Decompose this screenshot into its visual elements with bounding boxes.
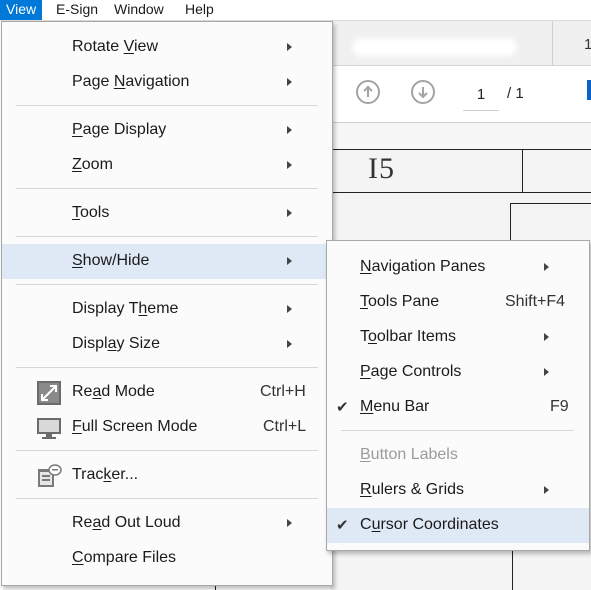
menu-item-label: Zoom xyxy=(72,156,113,173)
menu-item-tools[interactable]: Tools xyxy=(2,196,332,231)
menu-separator xyxy=(16,367,318,368)
menu-item-label: Menu Bar xyxy=(360,398,430,415)
menu-separator xyxy=(16,498,318,499)
submenu-item-toolbar-items[interactable]: Toolbar Items xyxy=(327,320,589,355)
submenu-item-menu-bar[interactable]: ✔ Menu Bar F9 xyxy=(327,390,589,425)
menu-item-show-hide[interactable]: Show/Hide xyxy=(2,244,332,279)
menu-esign[interactable]: E-Sign xyxy=(50,0,104,20)
menu-item-label: Tools xyxy=(72,204,110,221)
menu-separator xyxy=(16,105,318,106)
show-hide-submenu: Navigation Panes Tools Pane Shift+F4 Too… xyxy=(326,240,590,551)
menu-item-label: Full Screen Mode xyxy=(72,418,198,435)
submenu-arrow-icon xyxy=(287,126,292,134)
full-screen-icon xyxy=(37,418,61,439)
submenu-arrow-icon xyxy=(287,257,292,265)
view-menu: Rotate View Page Navigation Page Display… xyxy=(1,21,333,586)
doc-line xyxy=(330,192,591,193)
menu-item-label: Navigation Panes xyxy=(360,258,486,275)
menu-item-read-out-loud[interactable]: Read Out Loud xyxy=(2,506,332,541)
submenu-arrow-icon xyxy=(287,519,292,527)
menu-bar: View E-Sign Window Help xyxy=(0,0,591,21)
menu-item-label: Cursor Coordinates xyxy=(360,516,499,533)
menu-item-label: Tools Pane xyxy=(360,293,440,310)
submenu-arrow-icon xyxy=(544,333,549,341)
menu-item-label: Read Out Loud xyxy=(72,514,181,531)
document-header-band xyxy=(330,123,591,149)
menu-item-label: Read Mode xyxy=(72,383,155,400)
checkmark-icon: ✔ xyxy=(336,517,349,534)
menu-item-tracker[interactable]: Tracker... xyxy=(2,458,332,493)
tab-divider xyxy=(552,21,553,65)
submenu-item-tools-pane[interactable]: Tools Pane Shift+F4 xyxy=(327,285,589,320)
submenu-item-page-controls[interactable]: Page Controls xyxy=(327,355,589,390)
page-total: / 1 xyxy=(507,85,524,102)
submenu-arrow-icon xyxy=(544,263,549,271)
doc-line xyxy=(510,203,511,240)
menu-item-label: Page Navigation xyxy=(72,73,190,90)
page-number-input[interactable]: 1 xyxy=(463,82,499,111)
menu-separator xyxy=(341,430,574,431)
menu-item-read-mode[interactable]: Read Mode Ctrl+H xyxy=(2,375,332,410)
menu-item-zoom[interactable]: Zoom xyxy=(2,148,332,183)
menu-item-label: Page Display xyxy=(72,121,167,138)
doc-line xyxy=(330,149,591,150)
submenu-arrow-icon xyxy=(287,161,292,169)
menu-item-page-navigation[interactable]: Page Navigation xyxy=(2,65,332,100)
shortcut-label: Ctrl+L xyxy=(263,418,307,435)
shortcut-label: Ctrl+H xyxy=(260,383,306,400)
menu-item-label: Toolbar Items xyxy=(360,328,457,345)
menu-separator xyxy=(16,188,318,189)
read-mode-icon xyxy=(37,381,61,405)
shortcut-label: Shift+F4 xyxy=(505,293,566,310)
menu-item-page-display[interactable]: Page Display xyxy=(2,113,332,148)
next-page-button[interactable] xyxy=(411,80,435,104)
submenu-item-rulers-grids[interactable]: Rulers & Grids xyxy=(327,473,589,508)
menu-window[interactable]: Window xyxy=(108,0,170,20)
checkmark-icon: ✔ xyxy=(336,399,349,416)
previous-page-button[interactable] xyxy=(356,80,380,104)
doc-line xyxy=(510,203,591,204)
document-text: I5 xyxy=(368,152,395,185)
menu-item-label: Rulers & Grids xyxy=(360,481,465,498)
menu-item-label: Rotate View xyxy=(72,38,158,55)
submenu-arrow-icon xyxy=(544,486,549,494)
menu-item-display-size[interactable]: Display Size xyxy=(2,327,332,362)
menu-item-label: Show/Hide xyxy=(72,252,150,269)
submenu-item-button-labels: Button Labels xyxy=(327,438,589,473)
menu-separator xyxy=(16,284,318,285)
menu-item-rotate-view[interactable]: Rotate View xyxy=(2,30,332,65)
doc-line xyxy=(512,549,513,590)
submenu-arrow-icon xyxy=(287,209,292,217)
tab-number[interactable]: 1 xyxy=(584,36,591,53)
shortcut-label: F9 xyxy=(550,398,569,415)
menu-item-label: Tracker... xyxy=(72,466,139,483)
submenu-arrow-icon xyxy=(287,340,292,348)
menu-item-compare-files[interactable]: Compare Files xyxy=(2,541,332,576)
menu-item-label: Display Theme xyxy=(72,300,179,317)
submenu-arrow-icon xyxy=(287,43,292,51)
arrow-up-icon xyxy=(363,85,373,97)
arrow-down-icon xyxy=(418,87,428,99)
tracker-icon xyxy=(38,464,62,487)
menu-item-display-theme[interactable]: Display Theme xyxy=(2,292,332,327)
submenu-arrow-icon xyxy=(287,305,292,313)
menu-item-full-screen-mode[interactable]: Full Screen Mode Ctrl+L xyxy=(2,410,332,445)
toolbar-accent xyxy=(587,80,591,100)
menu-separator xyxy=(16,236,318,237)
menu-help[interactable]: Help xyxy=(179,0,220,20)
menu-item-label: Display Size xyxy=(72,335,161,352)
menu-view[interactable]: View xyxy=(0,0,43,20)
submenu-item-cursor-coordinates[interactable]: ✔ Cursor Coordinates xyxy=(327,508,589,543)
menu-item-label: Page Controls xyxy=(360,363,462,380)
submenu-arrow-icon xyxy=(544,368,549,376)
document-tab-redacted[interactable] xyxy=(352,38,517,56)
menu-separator xyxy=(16,450,318,451)
menu-item-label: Button Labels xyxy=(360,446,458,463)
submenu-arrow-icon xyxy=(287,78,292,86)
menu-item-label: Compare Files xyxy=(72,549,177,566)
doc-line xyxy=(522,149,523,192)
submenu-item-navigation-panes[interactable]: Navigation Panes xyxy=(327,250,589,285)
